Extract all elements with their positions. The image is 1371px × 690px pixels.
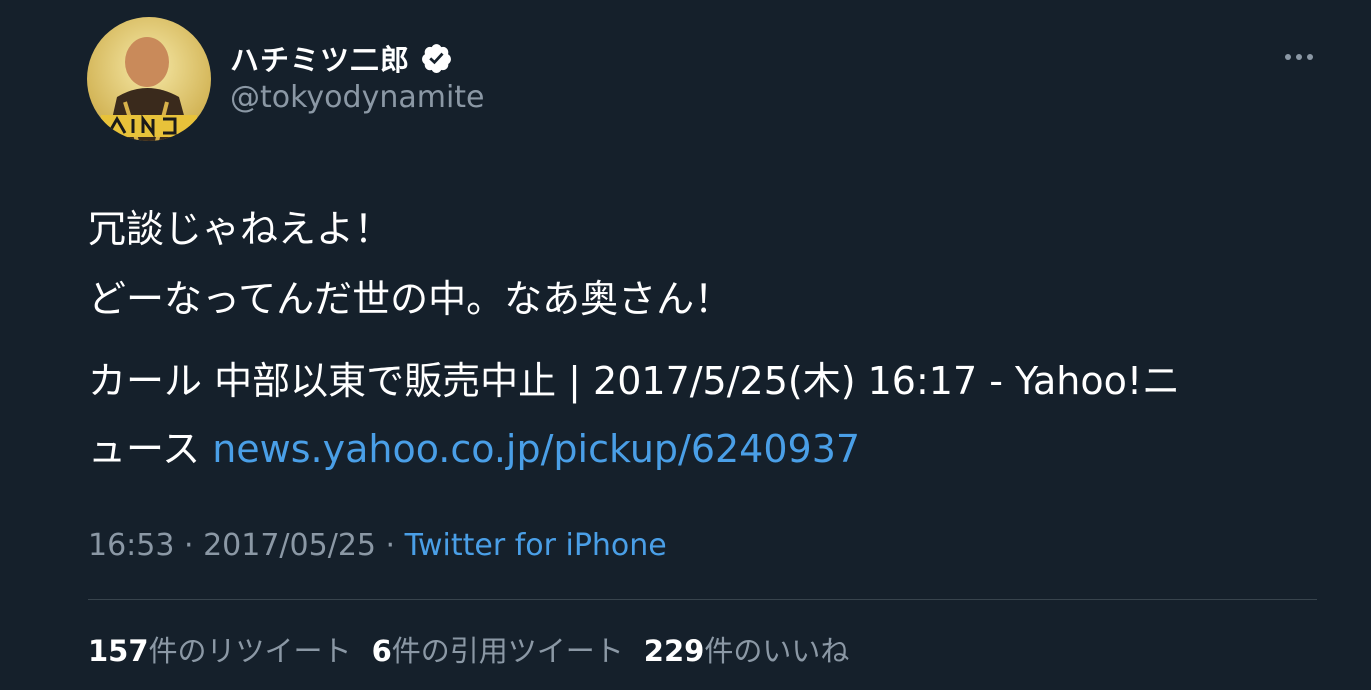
user-handle[interactable]: @tokyodynamite	[230, 80, 485, 115]
tweet-text-line: 冗談じゃねえよ！	[88, 207, 393, 251]
divider	[88, 599, 1317, 600]
tweet-text-line: ュース news.yahoo.co.jp/pickup/6240937	[88, 418, 860, 473]
likes-count: 229	[643, 634, 705, 668]
more-options-icon[interactable]	[1279, 42, 1319, 72]
tweet-text-fragment: ュース	[88, 427, 213, 471]
tweet-date[interactable]: 2017/05/25	[203, 528, 376, 563]
tweet-text-line: カール 中部以東で販売中止 | 2017/5/25(木) 16:17 - Yah…	[88, 359, 1181, 403]
display-name[interactable]: ハチミツ二郎	[230, 37, 410, 79]
source-link[interactable]: Twitter for iPhone	[405, 528, 667, 563]
tweet-text-line: どーなってんだ世の中。なあ奥さん！	[88, 277, 733, 321]
retweets-stat[interactable]: 157件のリツイート	[88, 628, 352, 670]
meta-separator: ·	[376, 528, 405, 563]
likes-label: 件のいいね	[704, 634, 850, 668]
retweets-count: 157	[88, 634, 149, 668]
avatar-image	[87, 17, 211, 141]
verified-badge-icon	[422, 43, 451, 73]
quotes-stat[interactable]: 6件の引用ツイート	[372, 628, 624, 670]
tweet-time[interactable]: 16:53	[88, 528, 174, 563]
engagement-stats: 157件のリツイート 6件の引用ツイート 229件のいいね	[88, 628, 849, 670]
meta-separator: ·	[174, 528, 204, 563]
dot	[1307, 54, 1313, 60]
news-link[interactable]: news.yahoo.co.jp/pickup/6240937	[212, 427, 860, 471]
quotes-count: 6	[371, 634, 392, 668]
display-name-row: ハチミツ二郎	[230, 38, 453, 78]
tweet-meta: 16:53 · 2017/05/25 · Twitter for iPhone	[88, 528, 667, 563]
retweets-label: 件のリツイート	[148, 634, 352, 668]
avatar[interactable]	[87, 17, 211, 141]
dot	[1296, 54, 1302, 60]
dot	[1285, 54, 1291, 60]
quotes-label: 件の引用ツイート	[391, 634, 624, 668]
likes-stat[interactable]: 229件のいいね	[644, 628, 850, 670]
